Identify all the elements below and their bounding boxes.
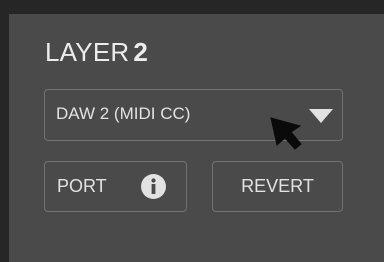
revert-button-label: REVERT [241,176,314,196]
port-button[interactable]: PORT [44,161,187,212]
app-frame: LAYER 2 DAW 2 (MIDI CC) PORT REVERT [0,0,384,262]
layer-title-label: LAYER [45,37,130,67]
source-dropdown[interactable]: DAW 2 (MIDI CC) [44,89,343,141]
layer-title: LAYER 2 [45,39,148,65]
chevron-down-icon [309,109,333,123]
revert-button[interactable]: REVERT [212,161,343,212]
dropdown-selected-value: DAW 2 (MIDI CC) [56,104,191,123]
info-icon[interactable] [141,174,166,199]
layer-number: 2 [133,37,149,67]
port-button-label: PORT [57,176,107,196]
